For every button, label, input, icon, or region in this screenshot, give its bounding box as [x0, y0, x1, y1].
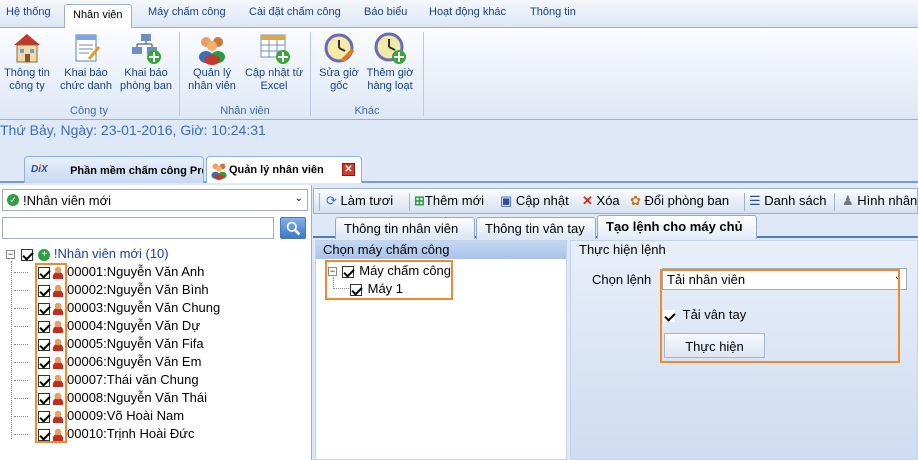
- menu-tab-cai-dat-cham-cong[interactable]: Cài đặt chấm công: [249, 6, 341, 18]
- ribbon-group-khac: Khác: [354, 105, 380, 117]
- collapse-icon[interactable]: −: [6, 250, 15, 260]
- menu-tab-bao-bieu[interactable]: Báo biểu: [364, 6, 407, 18]
- users-group-icon: [199, 37, 225, 65]
- tree-branch-line: [14, 416, 28, 418]
- highlight-employee-checkboxes: [35, 263, 67, 443]
- highlight-command-area: [660, 269, 900, 363]
- org-chart-add-icon: [132, 34, 161, 64]
- list-button[interactable]: ☰ Danh sách: [749, 193, 826, 209]
- tab-employee-info[interactable]: Thông tin nhân viên: [335, 217, 475, 239]
- refresh-button[interactable]: ⟳ Làm tươi: [326, 193, 393, 209]
- tab-fingerprint-info[interactable]: Thông tin vân tay: [476, 217, 596, 239]
- document-tabs: DiX Phần mềm chấm công Pro Quản lý nhân …: [0, 153, 918, 183]
- save-button[interactable]: ▣ Cập nhật: [500, 193, 569, 209]
- tree-branch-line: [14, 308, 28, 310]
- datetime-status: Thứ Bảy, Ngày: 23-01-2016, Giờ: 10:24:31: [0, 122, 266, 138]
- tree-branch-line: [14, 362, 28, 364]
- menu-tab-may-cham-cong[interactable]: Máy chấm công: [148, 6, 226, 18]
- delete-icon: ✕: [582, 193, 593, 208]
- close-icon[interactable]: ✕: [342, 163, 355, 176]
- edit-original-time-button[interactable]: Sửa giờ gốc: [316, 31, 362, 93]
- menu-tab-hoat-dong-khac[interactable]: Hoạt động khác: [429, 6, 506, 18]
- add-bulk-time-button[interactable]: Thêm giờ hàng loạt: [364, 31, 416, 93]
- tree-branch-line: [14, 398, 28, 400]
- tree-branch-line: [14, 380, 28, 382]
- action-toolbar: ⟳ Làm tươi ⊞Thêm mới ▣ Cập nhật ✕ Xóa ✿ …: [313, 188, 918, 214]
- ribbon: Thông tin công ty Khai báo chức danh Kha…: [0, 28, 918, 120]
- add-icon: ⊞: [414, 193, 425, 208]
- check-circle-icon: ✓: [7, 194, 19, 206]
- toolbar-separator: [744, 193, 745, 211]
- ribbon-separator: [423, 32, 424, 116]
- manage-employees-button[interactable]: Quản lý nhân viên: [185, 31, 239, 93]
- add-button[interactable]: ⊞Thêm mới: [414, 193, 484, 209]
- tab-server-command[interactable]: Tạo lệnh cho máy chủ: [597, 215, 757, 239]
- declare-title-button[interactable]: Khai báo chức danh: [58, 31, 114, 93]
- company-info-button[interactable]: Thông tin công ty: [2, 31, 52, 93]
- tree-guide-line: [11, 261, 12, 439]
- building-icon: [14, 34, 40, 63]
- employee-group-select[interactable]: ✓ !Nhân viên mới ⌄: [2, 189, 308, 211]
- tab-main-app[interactable]: DiX Phần mềm chấm công Pro: [24, 156, 204, 183]
- users-group-icon: [211, 163, 227, 180]
- tree-branch-line: [14, 272, 28, 274]
- change-department-button[interactable]: ✿ Đổi phòng ban: [630, 193, 729, 209]
- ribbon-separator: [179, 32, 180, 116]
- delete-button[interactable]: ✕ Xóa: [582, 193, 620, 209]
- choose-command-label: Chọn lệnh: [592, 272, 652, 287]
- tree-root-checkbox[interactable]: [20, 248, 33, 261]
- list-icon: ☰: [749, 193, 761, 208]
- ribbon-group-nhan-vien: Nhân viên: [220, 105, 270, 117]
- declare-department-button[interactable]: Khai báo phòng ban: [118, 31, 174, 93]
- ribbon-separator: [310, 32, 311, 116]
- menu-bar: Hệ thống Nhân viên Máy chấm công Cài đặt…: [0, 0, 918, 29]
- search-icon: [286, 221, 301, 236]
- search-row: [2, 217, 308, 241]
- person-icon: ♟: [842, 193, 854, 208]
- clock-add-icon: [374, 32, 406, 64]
- toolbar-separator: [834, 193, 835, 211]
- update-from-excel-button[interactable]: Cập nhật từ Excel: [243, 31, 305, 93]
- photo-button[interactable]: ♟ Hình nhân: [842, 193, 917, 209]
- refresh-icon: ⟳: [326, 193, 337, 208]
- content-tabs: Thông tin nhân viên Thông tin vân tay Tạ…: [313, 214, 918, 239]
- tree-branch-line: [14, 434, 28, 436]
- highlight-machine-tree: [325, 260, 453, 300]
- excel-grid-add-icon: [260, 34, 290, 64]
- ribbon-group-cong-ty: Công ty: [70, 105, 108, 117]
- menu-tab-thong-tin[interactable]: Thông tin: [530, 6, 576, 18]
- menu-tab-nhan-vien[interactable]: Nhân viên: [64, 4, 132, 29]
- chevron-down-icon: ⌄: [294, 193, 303, 204]
- tree-branch-line: [14, 290, 28, 292]
- save-icon: ▣: [500, 193, 513, 208]
- toolbar-separator: [409, 193, 410, 211]
- tree-branch-line: [14, 344, 28, 346]
- palette-icon: ✿: [630, 193, 641, 208]
- tab-employee-management[interactable]: Quản lý nhân viên ✕: [206, 156, 362, 183]
- clock-edit-icon: [324, 33, 355, 63]
- tree-root[interactable]: − + !Nhân viên mới (10): [6, 246, 169, 261]
- command-group-title: Thực hiện lệnh: [579, 242, 666, 257]
- menu-tab-he-thong[interactable]: Hệ thống: [6, 6, 51, 18]
- search-input[interactable]: [2, 217, 274, 239]
- add-circle-icon: +: [38, 248, 51, 261]
- notepad-icon: [75, 34, 101, 62]
- machine-group-title: Chọn máy chấm công: [316, 241, 566, 259]
- toolbar-separator: [319, 193, 320, 211]
- app-logo-icon: DiX: [31, 164, 48, 175]
- search-button[interactable]: [280, 217, 306, 239]
- tree-branch-line: [14, 326, 28, 328]
